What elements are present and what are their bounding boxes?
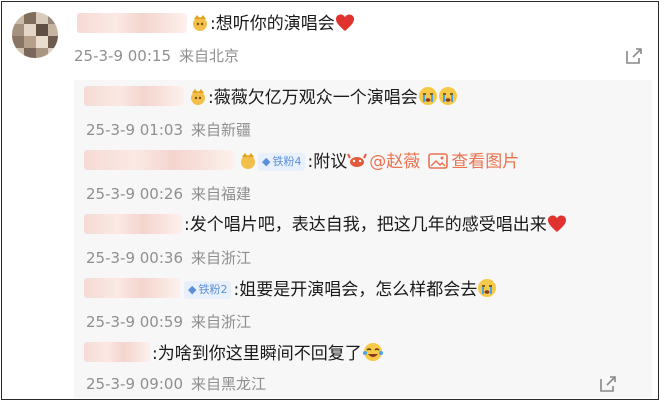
- main-comment: :想听你的演唱会: [190, 12, 355, 35]
- reply-meta: 25-3-9 00:59 来自浙江: [86, 312, 251, 332]
- reply-username-blurred[interactable]: [84, 86, 184, 106]
- crown-icon: [191, 89, 205, 105]
- fan-badge-icon: ◆: [188, 283, 197, 296]
- comment-text: :想听你的演唱会: [210, 14, 335, 34]
- reply-location: 来自浙江: [191, 313, 252, 331]
- reply-meta: 25-3-9 01:03 来自新疆: [86, 120, 251, 140]
- reply-text: :为啥到你这里瞬间不回复了: [152, 344, 362, 364]
- heart-emoji: [547, 215, 566, 232]
- fan-badge-label: 铁粉4: [272, 155, 302, 168]
- reply-username-blurred[interactable]: [84, 278, 180, 298]
- reply-text: :薇薇欠亿万观众一个演唱会: [208, 88, 418, 108]
- reply-location: 来自浙江: [191, 249, 252, 267]
- reply-2: ◆ 铁粉4:附议 @赵薇 查看图片: [238, 150, 519, 173]
- reply-4: ◆ 铁粉2:姐要是开演唱会，怎么样都会去: [184, 278, 497, 301]
- comment-thread: :想听你的演唱会 25-3-9 00:15 来自北京 :薇薇欠亿万观众一个演唱会 …: [1, 1, 659, 400]
- comment-meta: 25-3-9 00:15 来自北京: [74, 46, 239, 66]
- crying-emoji: [418, 87, 437, 105]
- reply-3: :发个唱片吧，表达自我，把这几年的感受唱出来: [184, 214, 567, 236]
- reply-meta: 25-3-9 09:00 来自黑龙江: [86, 374, 266, 394]
- share-icon[interactable]: [598, 374, 618, 394]
- reply-location: 来自黑龙江: [191, 375, 267, 393]
- fan-badge-icon: ◆: [262, 155, 271, 168]
- laughing-emoji: [362, 343, 383, 361]
- reply-text: :发个唱片吧，表达自我，把这几年的感受唱出来: [184, 215, 547, 235]
- reply-meta: 25-3-9 00:36 来自浙江: [86, 248, 251, 268]
- view-image-link[interactable]: 查看图片: [451, 152, 519, 172]
- fan-badge: ◆ 铁粉2: [184, 281, 232, 299]
- reply-date: 25-3-9 00:36: [86, 249, 183, 267]
- crown-icon: [241, 153, 255, 169]
- comment-location: 来自北京: [179, 47, 240, 65]
- crab-emoji: [347, 153, 368, 167]
- crying-emoji: [438, 87, 457, 105]
- reply-meta: 25-3-9 00:26 来自福建: [86, 184, 251, 204]
- reply-location: 来自新疆: [191, 121, 252, 139]
- fan-badge: ◆ 铁粉4: [258, 153, 306, 171]
- reply-date: 25-3-9 01:03: [86, 121, 183, 139]
- mention-link[interactable]: @赵薇: [369, 152, 420, 172]
- reply-5: :为啥到你这里瞬间不回复了: [152, 342, 384, 365]
- fan-badge-label: 铁粉2: [198, 283, 228, 296]
- reply-date: 25-3-9 00:26: [86, 185, 183, 203]
- image-icon[interactable]: [428, 152, 449, 170]
- reply-text: :姐要是开演唱会，怎么样都会去: [233, 280, 478, 300]
- reply-1: :薇薇欠亿万观众一个演唱会: [188, 86, 458, 109]
- reply-username-blurred[interactable]: [84, 150, 234, 170]
- reply-username-blurred[interactable]: [84, 342, 150, 362]
- share-icon[interactable]: [624, 46, 644, 66]
- reply-location: 来自福建: [191, 185, 252, 203]
- comment-date: 25-3-9 00:15: [74, 47, 171, 65]
- reply-username-blurred[interactable]: [84, 214, 182, 234]
- reply-date: 25-3-9 09:00: [86, 375, 183, 393]
- reply-text: :附议: [307, 152, 348, 172]
- crying-emoji: [478, 279, 497, 297]
- user-avatar[interactable]: [12, 12, 58, 58]
- crown-icon: [193, 15, 207, 31]
- reply-date: 25-3-9 00:59: [86, 313, 183, 331]
- username-blurred[interactable]: [77, 13, 187, 33]
- heart-emoji: [335, 14, 354, 31]
